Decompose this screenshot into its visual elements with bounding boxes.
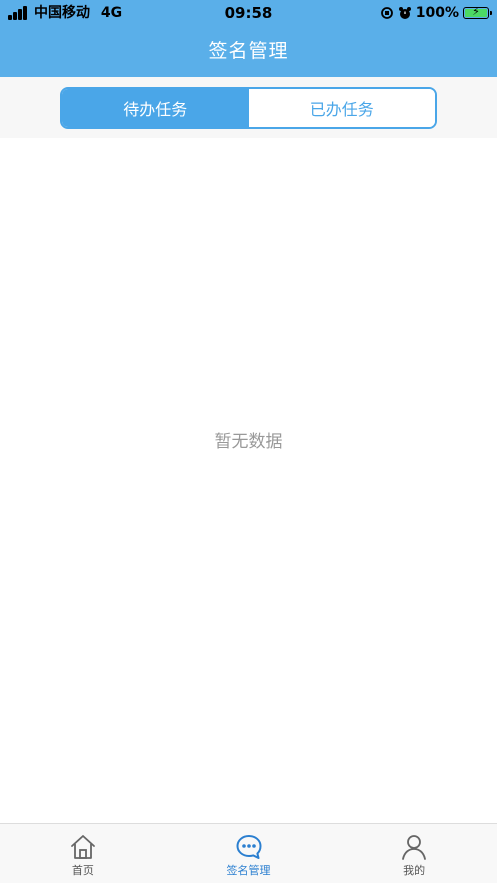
status-bar: 中国移动 4G 09:58 100% ⚡ <box>0 0 497 26</box>
alarm-icon <box>398 7 411 19</box>
status-right: 100% ⚡ <box>380 4 492 22</box>
header: 中国移动 4G 09:58 100% ⚡ 签名管理 <box>0 0 497 77</box>
user-icon <box>402 835 427 860</box>
battery-icon: ⚡ <box>463 5 492 19</box>
page-title: 签名管理 <box>208 40 289 62</box>
tab-completed-tasks[interactable]: 已办任务 <box>248 89 435 127</box>
battery-percent: 100% <box>415 5 459 21</box>
tab-pending-tasks[interactable]: 待办任务 <box>62 89 249 127</box>
chat-bubble-icon <box>236 835 261 859</box>
tab-signature-label: 签名管理 <box>226 864 271 877</box>
tab-strip: 待办任务 已办任务 <box>0 77 497 138</box>
orientation-lock-icon <box>380 7 393 19</box>
tab-mine[interactable]: 我的 <box>331 824 497 883</box>
tab-signature-management[interactable]: 签名管理 <box>166 824 332 883</box>
tab-home[interactable]: 首页 <box>0 824 166 883</box>
home-icon <box>70 835 95 859</box>
empty-state-text: 暂无数据 <box>214 432 283 452</box>
task-segmented-control: 待办任务 已办任务 <box>60 87 437 129</box>
tab-home-label: 首页 <box>71 864 94 877</box>
tab-mine-label: 我的 <box>403 864 426 877</box>
bottom-tab-bar: 首页 签名管理 我的 <box>0 823 497 883</box>
